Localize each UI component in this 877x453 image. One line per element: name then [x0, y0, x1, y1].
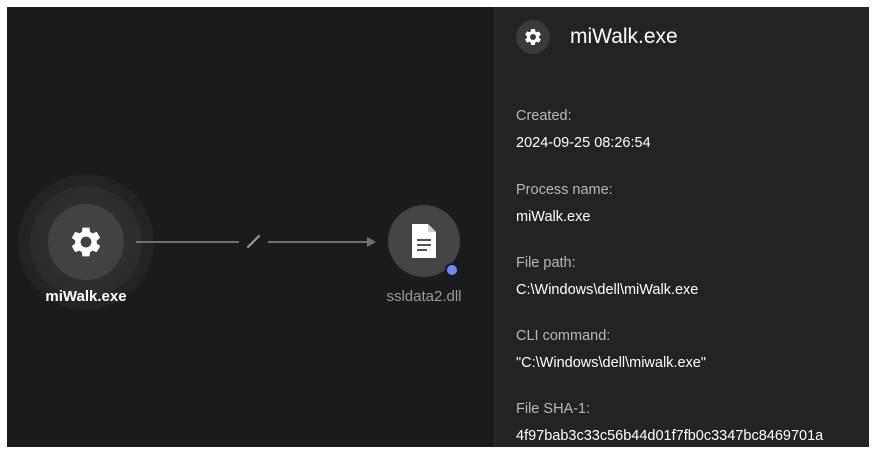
pencil-icon	[246, 234, 261, 249]
process-graph: miWalk.exe ssldata2.dll	[7, 7, 494, 447]
file-node-label: ssldata2.dll	[386, 288, 462, 305]
field-label: File path:	[516, 255, 576, 271]
field-value: 4f97bab3c33c56b44d01f7fb0c3347bc8469701a	[516, 428, 824, 444]
file-status-dot	[445, 263, 459, 277]
field-label: CLI command:	[516, 328, 611, 344]
field-value: C:\Windows\dell\miWalk.exe	[516, 282, 699, 298]
field-value: miWalk.exe	[516, 209, 591, 225]
field-value: 2024-09-25 08:26:54	[516, 135, 651, 151]
details-title: miWalk.exe	[570, 25, 678, 48]
document-icon	[412, 224, 436, 258]
details-icon-badge	[516, 20, 550, 54]
field-value: "C:\Windows\dell\miwalk.exe"	[516, 355, 706, 371]
field-sha1: File SHA-1: 4f97bab3c33c56b44d01f7fb0c33…	[516, 401, 823, 444]
field-cli-command: CLI command: "C:\Windows\dell\miwalk.exe…	[516, 328, 706, 371]
process-viewer: miWalk.exe ssldata2.dll miWalk.exe Creat…	[7, 7, 869, 447]
field-file-path: File path: C:\Windows\dell\miWalk.exe	[516, 255, 698, 298]
field-created: Created: 2024-09-25 08:26:54	[516, 108, 651, 151]
gear-icon	[525, 28, 541, 45]
details-header: miWalk.exe	[516, 19, 678, 55]
field-label: Created:	[516, 108, 572, 124]
field-label: File SHA-1:	[516, 401, 591, 417]
details-panel: miWalk.exe Created: 2024-09-25 08:26:54 …	[494, 7, 869, 447]
field-process-name: Process name: miWalk.exe	[516, 182, 613, 225]
field-label: Process name:	[516, 182, 613, 198]
